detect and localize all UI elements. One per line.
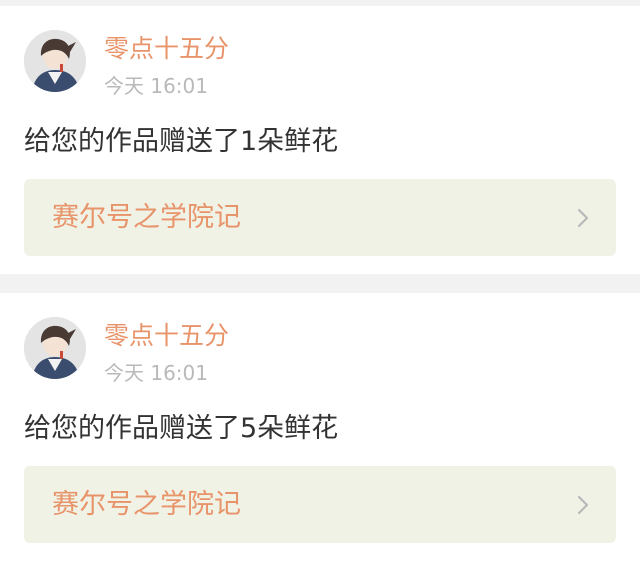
avatar[interactable] (24, 317, 86, 379)
avatar[interactable] (24, 30, 86, 92)
avatar-icon (24, 317, 86, 379)
timestamp: 今天 16:01 (104, 74, 208, 98)
user-name[interactable]: 零点十五分 (104, 32, 229, 66)
timestamp: 今天 16:01 (104, 361, 208, 385)
work-title: 赛尔号之学院记 (52, 489, 241, 520)
notification-message: 给您的作品赠送了1朵鲜花 (24, 126, 339, 157)
notification-feed: 零点十五分 今天 16:01 给您的作品赠送了1朵鲜花 赛尔号之学院记 零点十五… (0, 0, 640, 561)
avatar-icon (24, 30, 86, 92)
work-title: 赛尔号之学院记 (52, 202, 241, 233)
user-name[interactable]: 零点十五分 (104, 319, 229, 353)
work-link-button[interactable]: 赛尔号之学院记 (24, 179, 616, 256)
notification-card: 零点十五分 今天 16:01 给您的作品赠送了5朵鲜花 赛尔号之学院记 (0, 293, 640, 561)
chevron-right-icon (576, 494, 590, 516)
work-link-button[interactable]: 赛尔号之学院记 (24, 466, 616, 543)
notification-card: 零点十五分 今天 16:01 给您的作品赠送了1朵鲜花 赛尔号之学院记 (0, 6, 640, 274)
chevron-right-icon (576, 207, 590, 229)
notification-message: 给您的作品赠送了5朵鲜花 (24, 413, 339, 444)
